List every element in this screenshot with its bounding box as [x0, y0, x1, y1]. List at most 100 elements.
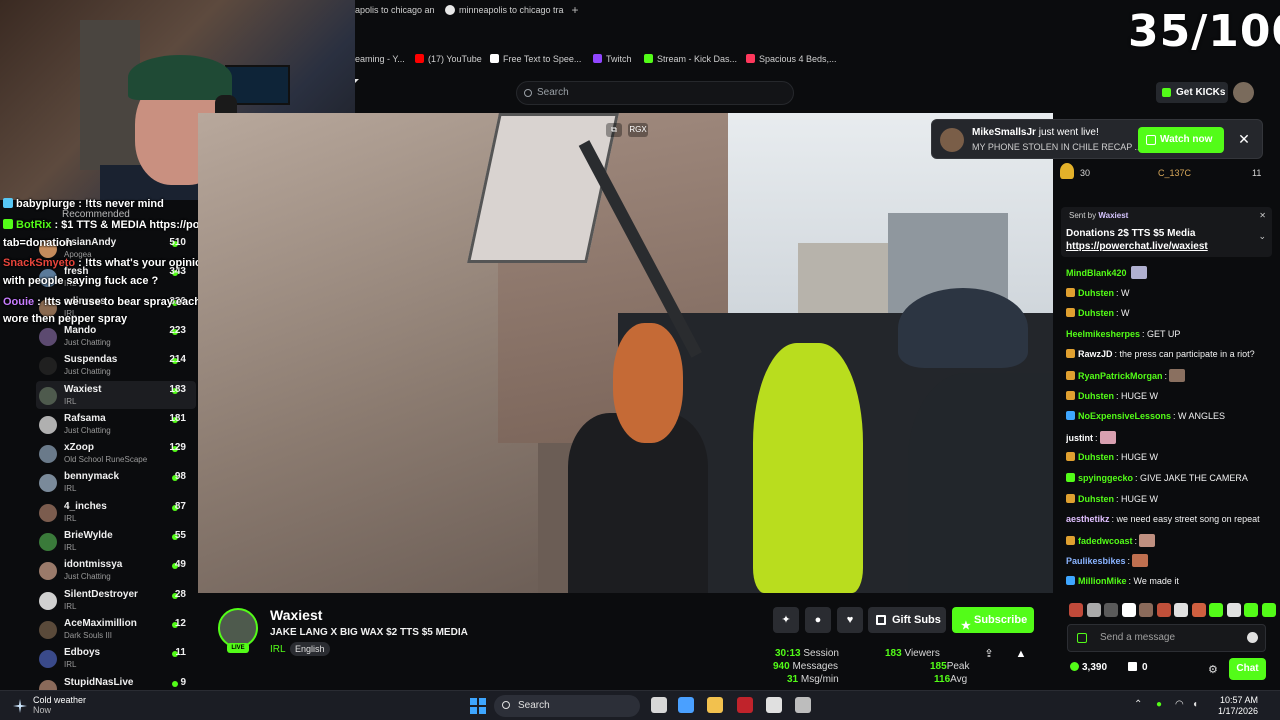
report-icon[interactable]: ▲	[1015, 648, 1027, 660]
wifi-icon[interactable]: ◠	[1175, 699, 1184, 710]
emote-icon[interactable]	[1156, 603, 1171, 617]
chat-message[interactable]: RyanPatrickMorgan:	[1066, 369, 1272, 383]
emote-icon[interactable]	[1226, 603, 1241, 617]
chat-message[interactable]: fadedwcoast:	[1066, 533, 1272, 548]
chat-message[interactable]: Heelmikesherpes: GET UP	[1066, 328, 1272, 341]
chevron-down-icon[interactable]: ⌄	[1258, 231, 1266, 242]
bookmark-item[interactable]: Spacious 4 Beds,...	[746, 54, 837, 64]
emote-icon[interactable]	[1209, 603, 1223, 617]
streamer-avatar[interactable]	[218, 608, 258, 648]
drops-counter[interactable]: 0	[1128, 662, 1148, 673]
chat-message[interactable]: Duhsten: HUGE W	[1066, 493, 1272, 506]
subscribe-button[interactable]: ★ Subscribe	[952, 607, 1034, 633]
chat-message[interactable]: spyinggecko: GIVE JAKE THE CAMERA	[1066, 472, 1272, 485]
emote-icon[interactable]	[1139, 603, 1153, 617]
browser-tab[interactable]: minneapolis to chicago tra	[445, 5, 564, 15]
bookmark-item[interactable]: Free Text to Spee...	[490, 54, 581, 64]
chat-username[interactable]: Duhsten	[1078, 391, 1114, 401]
chat-message[interactable]: justint:	[1066, 430, 1272, 445]
close-icon[interactable]: ✕	[1236, 131, 1252, 147]
chat-username[interactable]: Duhsten	[1078, 308, 1114, 318]
emote-icon[interactable]	[1121, 603, 1136, 617]
browser-icon[interactable]	[737, 697, 753, 713]
recommended-channel[interactable]: Waxiest IRL 183	[36, 380, 196, 409]
chat-username[interactable]: RyanPatrickMorgan	[1078, 371, 1163, 381]
emote-icon[interactable]	[1086, 603, 1101, 617]
bookmark-item[interactable]: Stream - Kick Das...	[644, 54, 737, 64]
taskbar-search[interactable]: Search	[494, 695, 640, 717]
emote-icon[interactable]	[1244, 603, 1258, 617]
smiley-icon[interactable]	[1247, 632, 1258, 643]
popout-icon[interactable]: ⧉	[606, 123, 622, 137]
chat-username[interactable]: Heelmikesherpes	[1066, 329, 1140, 339]
copilot-icon[interactable]	[678, 697, 694, 713]
chat-username[interactable]: Duhsten	[1078, 452, 1114, 462]
share-icon[interactable]: ⇪	[983, 648, 995, 660]
pinned-message[interactable]: Sent by Waxiest ✕ Donations 2$ TTS $5 Me…	[1061, 207, 1272, 257]
emote-icon[interactable]	[1191, 603, 1206, 617]
language-tag[interactable]: English	[290, 642, 330, 656]
chat-message[interactable]: NoExpensiveLessons: W ANGLES	[1066, 410, 1272, 423]
recommended-channel[interactable]: 4_inches IRL 87	[36, 498, 196, 526]
live-notification[interactable]: MikeSmallsJr just went live! MY PHONE ST…	[931, 119, 1263, 159]
kicks-balance[interactable]: 3,390	[1070, 662, 1107, 673]
chat-message[interactable]: MillionMike: We made it	[1066, 575, 1272, 588]
file-explorer-icon[interactable]	[651, 697, 667, 713]
emote-icon[interactable]	[1261, 603, 1276, 617]
recommended-channel[interactable]: bennymack IRL 98	[36, 468, 196, 496]
stream-category[interactable]: IRL	[270, 644, 286, 655]
gear-icon[interactable]: ⚙	[1208, 663, 1218, 676]
emote-icon[interactable]	[1174, 603, 1188, 617]
recommended-channel[interactable]: Rafsama Just Chatting 181	[36, 410, 196, 438]
follow-button[interactable]: ♥	[837, 607, 863, 633]
search-input[interactable]: Search	[516, 81, 794, 105]
settings-icon[interactable]	[795, 697, 811, 713]
chat-message[interactable]: Paulikesbikes:	[1066, 554, 1272, 568]
chat-input[interactable]: Send a message	[1067, 624, 1266, 652]
browser-tab[interactable]: apolis to chicago an	[355, 5, 435, 15]
new-tab-button[interactable]: +	[569, 4, 581, 16]
emote-icon[interactable]	[1069, 603, 1083, 617]
chat-username[interactable]: RawzJD	[1078, 349, 1113, 359]
chat-username[interactable]: NoExpensiveLessons	[1078, 411, 1171, 421]
recommended-channel[interactable]: idontmissya Just Chatting 49	[36, 556, 196, 584]
microphone-icon[interactable]: ●	[1156, 699, 1162, 710]
chat-username[interactable]: Duhsten	[1078, 288, 1114, 298]
notifications-button[interactable]: ●	[805, 607, 831, 633]
watch-now-button[interactable]: Watch now	[1138, 127, 1224, 153]
chevron-up-icon[interactable]: ⌃	[1134, 699, 1142, 710]
chat-message[interactable]: aesthetikz: we need easy street song on …	[1066, 513, 1272, 526]
video-player[interactable]: ⧉ RGX	[198, 113, 1053, 593]
chat-username[interactable]: MillionMike	[1078, 576, 1127, 586]
chat-username[interactable]: fadedwcoast	[1078, 536, 1133, 546]
chat-username[interactable]: Paulikesbikes	[1066, 556, 1126, 566]
chat-username[interactable]: Duhsten	[1078, 494, 1114, 504]
chat-message[interactable]: Duhsten: HUGE W	[1066, 451, 1272, 464]
chat-username[interactable]: MindBlank420	[1066, 268, 1127, 278]
recommended-channel[interactable]: SilentDestroyer IRL 28	[36, 586, 196, 614]
chat-message[interactable]: Duhsten: W	[1066, 307, 1272, 320]
folder-icon[interactable]	[707, 697, 723, 713]
pin-button[interactable]: ✦	[773, 607, 799, 633]
get-kicks-button[interactable]: Get KICKs	[1156, 82, 1228, 103]
emote-icon[interactable]	[1077, 633, 1087, 643]
clock[interactable]: 10:57 AM 1/17/2026	[1213, 695, 1258, 717]
pinned-link[interactable]: https://powerchat.live/waxiest	[1066, 241, 1208, 252]
chat-username[interactable]: aesthetikz	[1066, 514, 1110, 524]
streamer-name[interactable]: Waxiest	[270, 607, 322, 623]
emote-icon[interactable]	[1104, 603, 1118, 617]
weather-widget[interactable]: Cold weather Now	[33, 695, 86, 715]
store-icon[interactable]	[766, 697, 782, 713]
bookmark-item[interactable]: (17) YouTube	[415, 54, 482, 64]
recommended-channel[interactable]: Edboys IRL 11	[36, 644, 196, 672]
chat-send-button[interactable]: Chat	[1229, 658, 1266, 680]
bookmark-item[interactable]: eaming - Y...	[355, 54, 405, 64]
chat-message[interactable]: Duhsten: W	[1066, 287, 1272, 300]
start-button[interactable]	[470, 698, 486, 714]
chat-username[interactable]: spyinggecko	[1078, 473, 1133, 483]
bookmark-item[interactable]: Twitch	[593, 54, 632, 64]
recommended-channel[interactable]: BrieWylde IRL 55	[36, 527, 196, 555]
chat-message[interactable]: Duhsten: HUGE W	[1066, 390, 1272, 403]
chat-username[interactable]: justint	[1066, 433, 1093, 443]
recommended-channel[interactable]: xZoop Old School RuneScape 129	[36, 439, 196, 467]
